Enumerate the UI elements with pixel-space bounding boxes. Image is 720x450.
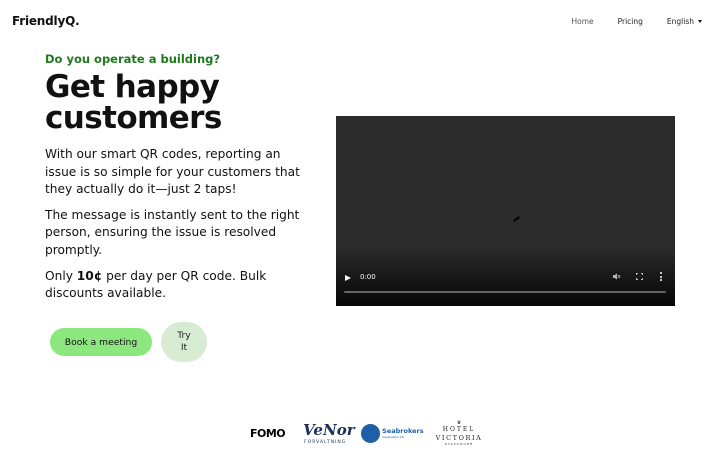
video-controls: 0:00: [336, 270, 675, 306]
language-label: English: [666, 17, 694, 26]
mute-icon[interactable]: [612, 272, 621, 281]
try-it-button[interactable]: Try It: [161, 322, 207, 362]
more-icon[interactable]: [660, 272, 663, 282]
fullscreen-icon[interactable]: [636, 273, 643, 280]
venor-name: VeNor: [303, 421, 355, 439]
hotel-line-1: HOTEL: [442, 425, 476, 433]
try-it-label: Try It: [177, 330, 190, 354]
nav-home[interactable]: Home: [571, 17, 593, 26]
partner-logos: FOMO VeNor FORVALTNING Seabrokers Seabro…: [250, 418, 482, 448]
try-it-line-2: It: [180, 342, 188, 353]
hero-eyebrow: Do you operate a building?: [45, 52, 221, 66]
try-it-line-1: Try: [177, 330, 191, 341]
language-selector[interactable]: English: [667, 17, 702, 26]
cta-row: Book a meeting Try It: [50, 322, 207, 362]
header: FriendlyQ. Home Pricing English: [0, 0, 720, 44]
hotel-victoria-logo: ♛ HOTEL VICTORIA STAVANGER: [435, 420, 483, 446]
seabrokers-subtitle: Seabrokers AS: [382, 435, 404, 439]
fomo-logo: FOMO: [250, 426, 286, 440]
video-player[interactable]: 0:00: [336, 116, 675, 306]
headline-line-1: Get happy: [45, 69, 220, 105]
hotel-line-2: VICTORIA: [435, 433, 483, 442]
book-meeting-button[interactable]: Book a meeting: [50, 328, 152, 356]
play-icon[interactable]: [345, 275, 351, 281]
hero-paragraph-1: With our smart QR codes, reporting an is…: [45, 147, 300, 197]
hero-headline: Get happy customers: [45, 72, 305, 134]
price-value: 10¢: [76, 268, 103, 283]
hero-paragraph-2: The message is instantly sent to the rig…: [45, 207, 300, 257]
seabrokers-emblem-icon: [361, 423, 381, 443]
hotel-line-3: STAVANGER: [444, 441, 474, 446]
venor-logo: VeNor FORVALTNING: [303, 420, 355, 446]
price-prefix: Only: [45, 268, 77, 283]
video-progress-bar[interactable]: [344, 291, 666, 293]
nav: Home Pricing English: [547, 17, 702, 26]
nav-pricing[interactable]: Pricing: [618, 17, 643, 26]
video-frame-mark: [513, 216, 520, 222]
seabrokers-name: Seabrokers: [382, 427, 424, 435]
brand-logo[interactable]: FriendlyQ.: [12, 14, 80, 28]
venor-subtitle: FORVALTNING: [304, 440, 347, 445]
video-time: 0:00: [360, 273, 376, 281]
chevron-down-icon: [698, 20, 702, 23]
headline-line-2: customers: [45, 100, 222, 136]
hero: Do you operate a building? Get happy cus…: [45, 52, 305, 311]
hero-paragraph-3: Only 10¢ per day per QR code. Bulk disco…: [45, 268, 305, 303]
seabrokers-logo: Seabrokers Seabrokers AS: [361, 423, 424, 443]
